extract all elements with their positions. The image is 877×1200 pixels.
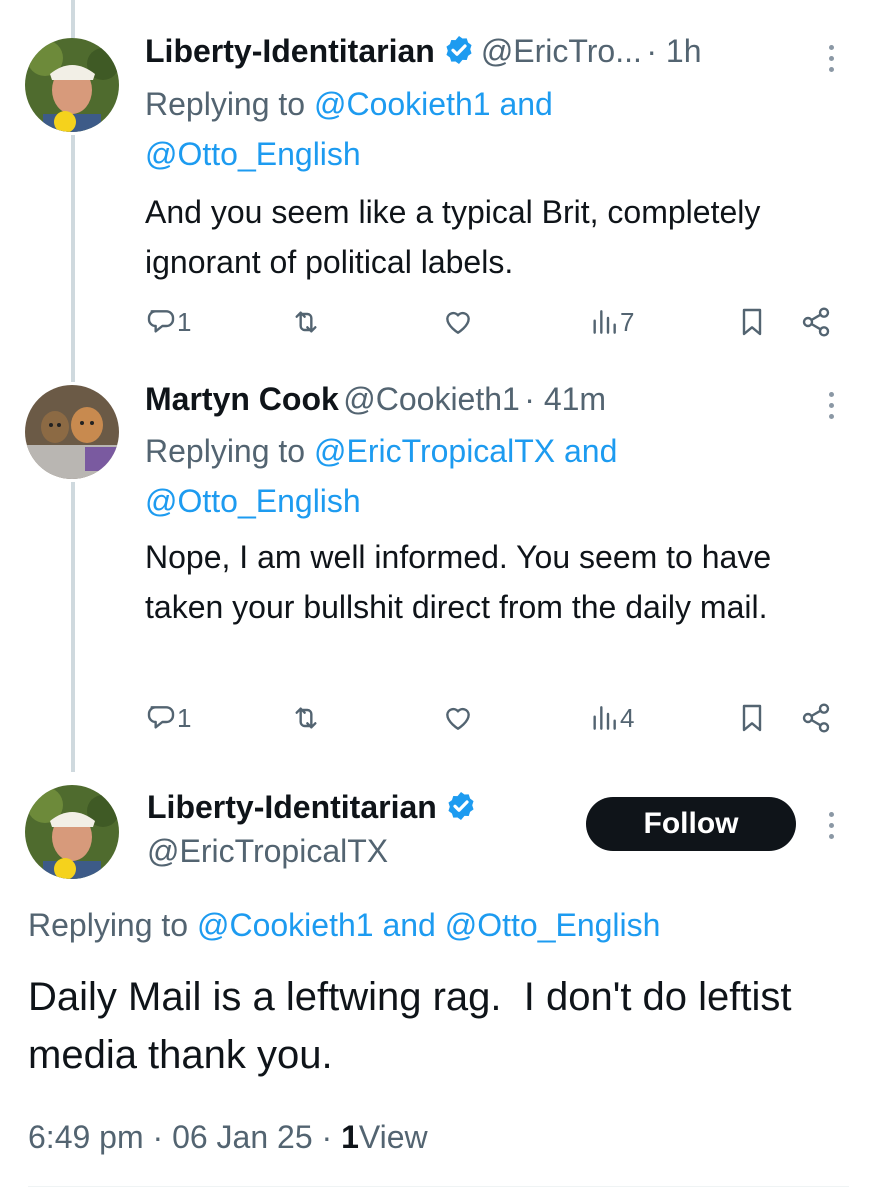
reply-count: 1 <box>177 306 192 337</box>
main-author: Liberty-Identitarian <box>147 789 483 826</box>
more-icon[interactable] <box>828 812 836 845</box>
replying-to: Replying to @EricTropicalTX and <box>145 433 618 469</box>
replying-to: Replying to @Cookieth1 and @Otto_English <box>28 907 661 943</box>
retweet-button[interactable] <box>290 702 322 734</box>
reply-button[interactable]: 1 <box>145 702 191 734</box>
tweet-text: Nope, I am well informed. You seem to ha… <box>145 539 772 625</box>
views-count: 1 <box>341 1119 359 1155</box>
share-button[interactable] <box>800 306 832 338</box>
share-icon <box>802 307 830 337</box>
views-icon <box>593 706 616 730</box>
tweet-time[interactable]: 6:49 pm <box>28 1119 144 1155</box>
timestamp[interactable]: · 1h <box>646 33 701 69</box>
tweet-header: Martyn Cook @Cookieth1 · 41m <box>145 381 606 418</box>
verified-icon <box>443 34 475 66</box>
reply-button[interactable]: 1 <box>145 306 191 338</box>
retweet-button[interactable] <box>290 306 322 338</box>
reply-icon <box>147 310 175 333</box>
timestamp[interactable]: · 41m <box>524 381 606 417</box>
author-handle[interactable]: @Cookieth1 <box>343 381 520 417</box>
avatar[interactable] <box>25 385 119 479</box>
bookmark-button[interactable] <box>736 702 768 734</box>
thread-line-1 <box>71 135 75 382</box>
bookmark-icon <box>742 308 762 336</box>
bookmark-button[interactable] <box>736 306 768 338</box>
mention-link[interactable]: @Otto_English <box>145 483 361 519</box>
follow-button[interactable]: Follow <box>586 797 796 851</box>
thread-line-top <box>71 0 75 38</box>
replying-to: Replying to @Cookieth1 and <box>145 86 553 122</box>
views-icon <box>593 310 616 334</box>
author-handle[interactable]: @EricTro... <box>481 33 642 69</box>
like-button[interactable] <box>442 702 474 734</box>
mention-link[interactable]: @Cookieth1 <box>314 86 491 122</box>
replying-to-line2: @Otto_English <box>145 476 361 526</box>
share-button[interactable] <box>800 702 832 734</box>
divider <box>28 1186 849 1187</box>
tweet-text: And you seem like a typical Brit, comple… <box>145 194 761 280</box>
tweet-header: Liberty-Identitarian @EricTro... · 1h <box>145 33 701 70</box>
share-icon <box>802 703 830 733</box>
views-label: View <box>358 1119 428 1155</box>
retweet-icon <box>295 707 317 729</box>
author-name[interactable]: Liberty-Identitarian <box>145 33 435 69</box>
avatar[interactable] <box>25 38 119 132</box>
views-button[interactable]: 7 <box>588 306 634 338</box>
views-button[interactable]: 4 <box>588 702 634 734</box>
like-icon <box>446 311 470 334</box>
mention-link[interactable]: @Cookieth1 <box>197 907 374 943</box>
bookmark-icon <box>742 704 762 732</box>
tweet-meta: 6:49 pm · 06 Jan 25 · 1View <box>28 1119 428 1155</box>
reply-icon <box>147 706 175 729</box>
mention-link[interactable]: @Otto_English <box>145 136 361 172</box>
reply-count: 1 <box>177 702 192 733</box>
main-tweet-text: Daily Mail is a leftwing rag. I don't do… <box>28 975 803 1077</box>
tweet-date[interactable]: 06 Jan 25 <box>172 1119 313 1155</box>
avatar[interactable] <box>25 785 119 879</box>
more-icon[interactable] <box>828 392 836 425</box>
views-count: 4 <box>620 702 635 733</box>
author-name[interactable]: Liberty-Identitarian <box>147 789 437 825</box>
retweet-icon <box>295 311 317 333</box>
author-handle[interactable]: @EricTropicalTX <box>147 833 388 870</box>
mention-link[interactable]: @Otto_English <box>445 907 661 943</box>
like-icon <box>446 707 470 730</box>
views-count: 7 <box>620 306 635 337</box>
replying-to-line2: @Otto_English <box>145 129 361 179</box>
thread-line-2 <box>71 482 75 772</box>
like-button[interactable] <box>442 306 474 338</box>
more-icon[interactable] <box>828 45 836 78</box>
verified-icon <box>445 790 477 822</box>
author-name[interactable]: Martyn Cook <box>145 381 339 417</box>
mention-link[interactable]: @EricTropicalTX <box>314 433 555 469</box>
